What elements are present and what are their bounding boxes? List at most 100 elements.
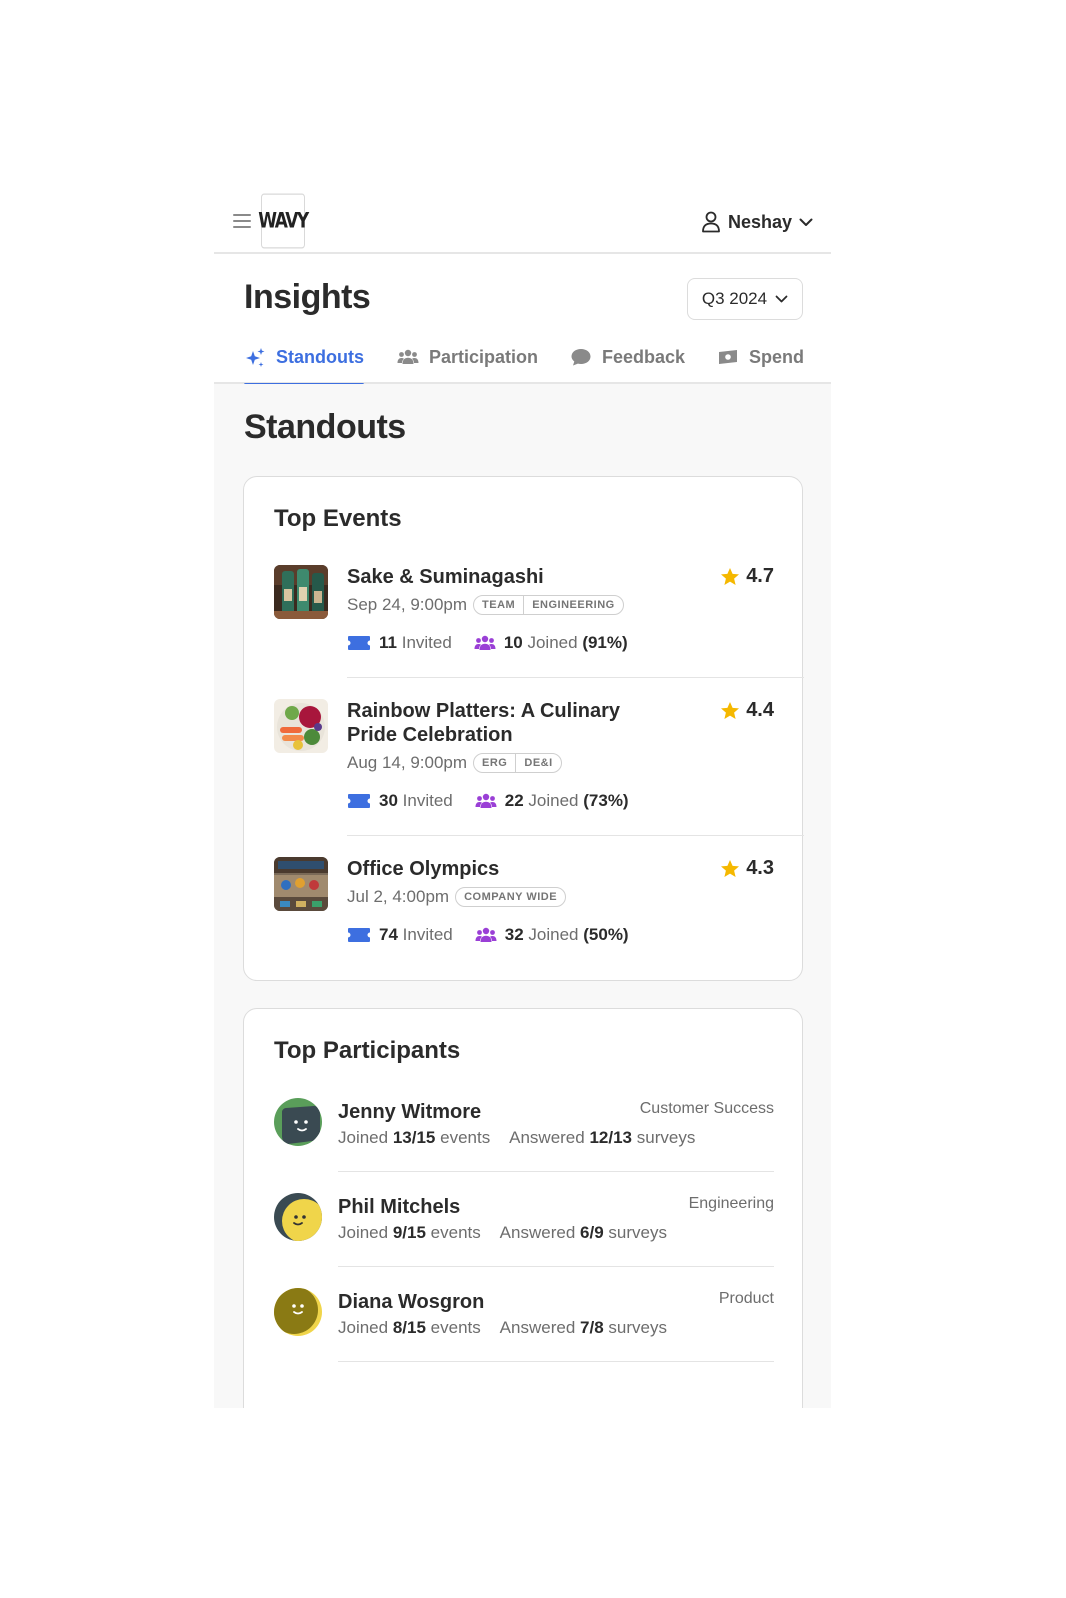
- top-participants-card: Top Participants Jenny Witmore Customer …: [243, 1008, 803, 1408]
- star-icon: [721, 701, 740, 719]
- events-label: events: [430, 1223, 481, 1242]
- joined-count: 10: [503, 633, 523, 652]
- divider: [338, 1266, 774, 1267]
- ticket-icon: [348, 928, 370, 942]
- invited-label: Invited: [401, 633, 452, 652]
- menu-icon[interactable]: [233, 214, 251, 228]
- period-select[interactable]: Q3 2024: [687, 278, 803, 320]
- joined-stat: 10 Joined (91%): [474, 633, 628, 653]
- star-icon: [721, 567, 740, 585]
- events-label: events: [440, 1128, 491, 1147]
- joined-percent: (73%): [583, 791, 629, 810]
- tag: TEAM: [482, 599, 516, 611]
- tab-participation[interactable]: Participation: [397, 338, 538, 384]
- tab-spend[interactable]: Spend: [717, 338, 804, 384]
- answered-value: 7/8: [580, 1318, 604, 1337]
- event-rating: 4.3: [720, 857, 774, 880]
- participant-item[interactable]: Jenny Witmore Customer Success Joined 13…: [244, 1097, 804, 1172]
- page-title: Insights: [244, 278, 371, 316]
- chat-bubble-icon: [571, 349, 591, 366]
- tag: COMPANY WIDE: [464, 891, 558, 903]
- joined-label: Joined: [338, 1223, 389, 1242]
- card-title: Top Events: [274, 505, 402, 532]
- rating-value: 4.3: [746, 857, 774, 879]
- answered-label: Answered: [509, 1128, 585, 1147]
- participant-item[interactable]: Phil Mitchels Engineering Joined 9/15 ev…: [244, 1192, 804, 1267]
- people-icon: [475, 927, 497, 942]
- tab-label: Standouts: [276, 347, 364, 367]
- joined-count: 22: [504, 791, 524, 810]
- ticket-icon: [348, 794, 370, 808]
- tab-standouts[interactable]: Standouts: [244, 338, 364, 386]
- tab-label: Participation: [429, 347, 539, 367]
- joined-value: 8/15: [392, 1318, 426, 1337]
- tab-label: Feedback: [602, 347, 686, 367]
- event-meta: Sep 24, 9:00pm TEAM ENGINEERING: [347, 595, 624, 615]
- avatar: [274, 1193, 322, 1241]
- joined-stat: 22 Joined (73%): [475, 791, 629, 811]
- surveys-label: surveys: [608, 1318, 667, 1337]
- joined-count: 32: [504, 925, 524, 944]
- participant-name: Jenny Witmore: [338, 1101, 482, 1123]
- invited-count: 11: [379, 633, 397, 652]
- invited-label: Invited: [402, 925, 453, 944]
- event-item[interactable]: Rainbow Platters: A Culinary Pride Celeb…: [244, 699, 804, 836]
- invited-stat: 30 Invited: [347, 791, 453, 811]
- participant-item[interactable]: Diana Wosgron Product Joined 8/15 events…: [244, 1287, 804, 1362]
- avatar: [274, 1288, 322, 1336]
- tag: DE&I: [515, 754, 560, 772]
- standouts-panel: Standouts Top Events Sake & Suminagashi …: [214, 384, 831, 1408]
- people-icon: [475, 793, 497, 808]
- joined-label: Joined: [528, 925, 579, 944]
- surveys-label: surveys: [636, 1128, 696, 1147]
- tab-bar: Standouts Participation Feedback Spend: [214, 338, 831, 386]
- tab-feedback[interactable]: Feedback: [570, 338, 685, 384]
- participant-name: Phil Mitchels: [338, 1196, 461, 1218]
- top-events-card: Top Events Sake & Suminagashi 4.7 Sep 24…: [243, 476, 804, 981]
- rating-value: 4.7: [746, 565, 774, 587]
- event-rating: 4.7: [720, 565, 774, 588]
- chevron-down-icon: [775, 295, 788, 303]
- sparkle-icon: [246, 348, 265, 367]
- joined-label: Joined: [527, 633, 578, 652]
- event-name: Rainbow Platters: A Culinary Pride Celeb…: [347, 700, 621, 746]
- top-bar: WAVY Neshay: [214, 190, 831, 254]
- money-icon: [719, 350, 737, 364]
- invited-count: 74: [379, 925, 398, 944]
- event-item[interactable]: Sake & Suminagashi 4.7 Sep 24, 9:00pm TE…: [244, 565, 804, 678]
- tab-label: Spend: [749, 347, 805, 367]
- answered-value: 6/9: [580, 1223, 604, 1242]
- answered-value: 12/13: [589, 1128, 633, 1147]
- invited-count: 30: [379, 791, 398, 810]
- divider: [347, 677, 804, 678]
- star-icon: [721, 859, 740, 877]
- event-thumbnail: [274, 565, 328, 619]
- participant-stats: Joined 9/15 events Answered 6/9 surveys: [338, 1223, 667, 1243]
- events-label: events: [430, 1318, 481, 1337]
- event-rating: 4.4: [720, 699, 774, 722]
- rating-value: 4.4: [746, 699, 774, 721]
- event-stats: 11 Invited 10 Joined (91%): [347, 633, 650, 653]
- answered-label: Answered: [499, 1318, 576, 1337]
- event-tags: TEAM ENGINEERING: [473, 595, 624, 615]
- joined-value: 9/15: [392, 1223, 426, 1242]
- section-title: Standouts: [244, 408, 406, 446]
- wavy-logo[interactable]: WAVY: [258, 193, 309, 249]
- answered-label: Answered: [499, 1223, 576, 1242]
- participant-stats: Joined 8/15 events Answered 7/8 surveys: [338, 1318, 667, 1338]
- joined-value: 13/15: [392, 1128, 436, 1147]
- tag: ERG: [482, 757, 508, 769]
- event-tags: COMPANY WIDE: [455, 887, 567, 907]
- invited-stat: 11 Invited: [347, 633, 452, 653]
- user-name: Neshay: [727, 211, 792, 232]
- user-menu[interactable]: Neshay: [701, 208, 813, 236]
- tag: ENGINEERING: [523, 596, 623, 614]
- participant-department: Engineering: [688, 1195, 774, 1212]
- event-item[interactable]: Office Olympics 4.3 Jul 2, 4:00pm COMPAN…: [244, 857, 804, 957]
- invited-label: Invited: [402, 791, 453, 810]
- joined-label: Joined: [338, 1318, 389, 1337]
- participant-stats: Joined 13/15 events Answered 12/13 surve…: [338, 1128, 695, 1148]
- user-icon: [702, 211, 720, 233]
- joined-label: Joined: [338, 1128, 389, 1147]
- event-date: Aug 14, 9:00pm: [347, 753, 468, 772]
